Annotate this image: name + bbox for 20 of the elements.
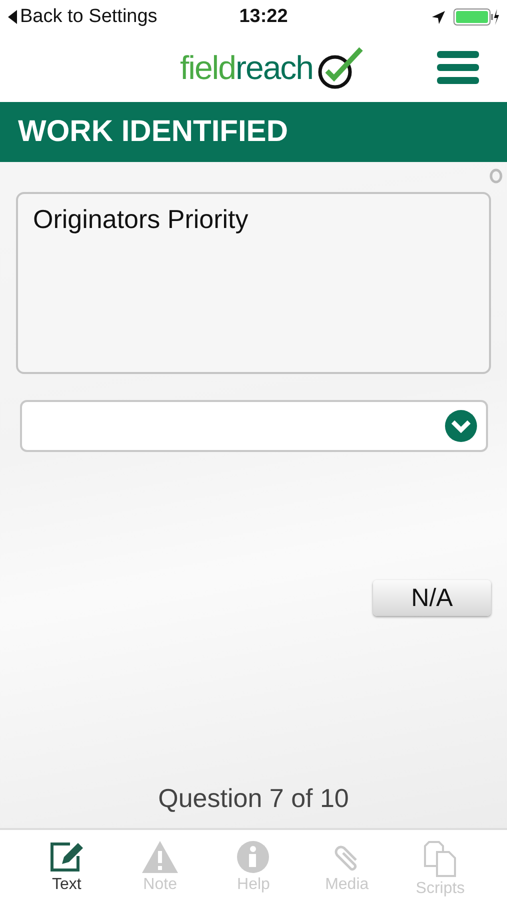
ring-icon: [489, 168, 503, 184]
info-icon: [236, 840, 270, 874]
answer-dropdown[interactable]: [20, 400, 488, 452]
edit-icon: [48, 840, 86, 874]
back-arrow-icon: [8, 10, 17, 24]
logo-check-icon: [317, 46, 364, 90]
na-button[interactable]: N/A: [373, 580, 491, 616]
logo-text: fieldreach: [180, 49, 314, 87]
location-arrow-icon: [432, 10, 446, 24]
battery-icon: [453, 8, 500, 26]
chevron-icon: [444, 409, 478, 443]
section-title: WORK IDENTIFIED: [18, 115, 288, 149]
tab[interactable]: Text: [26, 830, 107, 900]
question-number: Question 7 of 10: [158, 783, 349, 814]
menu-icon[interactable]: [437, 49, 479, 85]
back-link[interactable]: Back to Settings: [8, 6, 220, 28]
question-text-box[interactable]: Originators Priority: [16, 192, 491, 374]
warning-icon: [141, 840, 180, 874]
clock: 13:22: [239, 6, 288, 28]
documents-icon: [423, 840, 458, 878]
